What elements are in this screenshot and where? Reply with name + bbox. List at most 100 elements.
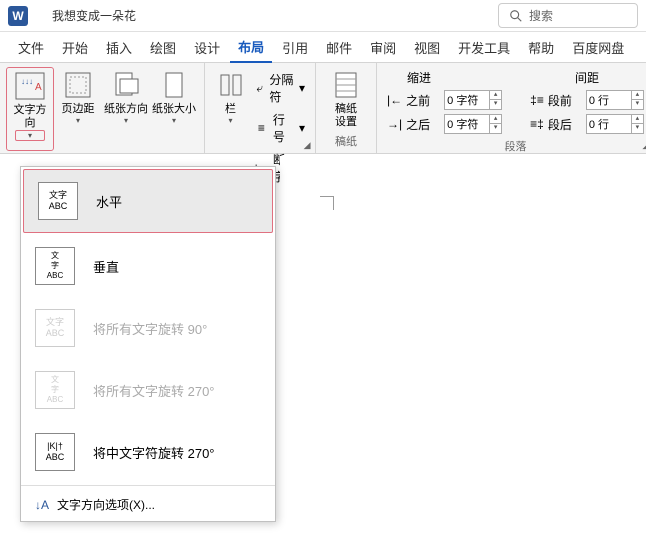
tab-insert[interactable]: 插入 bbox=[98, 33, 140, 62]
indent-before-input[interactable]: ▴▾ bbox=[444, 90, 502, 110]
tab-review[interactable]: 审阅 bbox=[362, 33, 404, 62]
tab-help[interactable]: 帮助 bbox=[520, 33, 562, 62]
spinner-down-icon[interactable]: ▾ bbox=[631, 124, 643, 133]
text-direction-item-label: 将所有文字旋转 270° bbox=[93, 381, 215, 400]
tab-mailings[interactable]: 邮件 bbox=[318, 33, 360, 62]
manuscript-group-label: 稿纸 bbox=[322, 131, 370, 151]
margins-icon bbox=[62, 69, 94, 101]
size-label: 纸张大小 bbox=[152, 103, 196, 116]
spinner-down-icon[interactable]: ▾ bbox=[489, 124, 501, 133]
orientation-label: 纸张方向 bbox=[104, 103, 148, 116]
breaks-icon: ⤶ bbox=[254, 80, 265, 96]
manuscript-label: 稿纸 设置 bbox=[335, 103, 357, 129]
text-direction-item-label: 将中文字符旋转 270° bbox=[93, 443, 215, 462]
ribbon-tabs: 文件 开始 插入 绘图 设计 布局 引用 邮件 审阅 视图 开发工具 帮助 百度… bbox=[0, 32, 646, 62]
document-title: 我想变成一朵花 bbox=[52, 7, 136, 24]
space-after-input[interactable]: ▴▾ bbox=[586, 114, 644, 134]
tab-baidu[interactable]: 百度网盘 bbox=[564, 33, 632, 62]
orientation-icon bbox=[110, 69, 142, 101]
text-direction-rotate-90: 文字 ABC 将所有文字旋转 90° bbox=[21, 297, 275, 359]
breaks-button[interactable]: ⤶ 分隔符 ▾ bbox=[250, 69, 309, 107]
options-icon: ↓A bbox=[35, 498, 49, 512]
breaks-label: 分隔符 bbox=[269, 71, 295, 105]
indent-left-icon: |← bbox=[387, 93, 402, 107]
tab-file[interactable]: 文件 bbox=[10, 33, 52, 62]
search-placeholder: 搜索 bbox=[529, 7, 553, 24]
page-setup-launcher[interactable]: ◢ bbox=[301, 139, 313, 151]
title-bar: W 我想变成一朵花 搜索 bbox=[0, 0, 646, 32]
spacing-heading: 间距 bbox=[530, 69, 644, 86]
space-before-input[interactable]: ▴▾ bbox=[586, 90, 644, 110]
space-before-label: 段前 bbox=[548, 92, 582, 109]
spinner-down-icon[interactable]: ▾ bbox=[631, 100, 643, 109]
orientation-button[interactable]: 纸张方向 ▾ bbox=[102, 67, 150, 151]
rotate-90-icon: 文字 ABC bbox=[35, 309, 75, 347]
space-after-value[interactable] bbox=[587, 118, 631, 130]
indent-section: 缩进 |← 之前 ▴▾ →| 之后 ▴▾ bbox=[383, 67, 506, 136]
ribbon: ↓↓↓A 文字方向 ▾ 页边距 ▾ 纸张方向 ▾ 纸张大小 ▾ 栏 ▾ bbox=[0, 62, 646, 154]
cjk-rotate-icon: |K|† ABC bbox=[35, 433, 75, 471]
chevron-down-icon: ▾ bbox=[172, 116, 176, 125]
text-direction-vertical[interactable]: 文 字 ABC 垂直 bbox=[21, 235, 275, 297]
spinner-up-icon[interactable]: ▴ bbox=[489, 115, 501, 124]
text-direction-horizontal[interactable]: 文字 ABC 水平 bbox=[23, 169, 273, 233]
chevron-down-icon: ▾ bbox=[299, 81, 305, 95]
tab-developer[interactable]: 开发工具 bbox=[450, 33, 518, 62]
tab-view[interactable]: 视图 bbox=[406, 33, 448, 62]
chevron-down-icon: ▾ bbox=[229, 116, 233, 125]
rotate-270-icon: 文 字 ABC bbox=[35, 371, 75, 409]
margins-button[interactable]: 页边距 ▾ bbox=[54, 67, 102, 151]
text-direction-cjk-rotate-270[interactable]: |K|† ABC 将中文字符旋转 270° bbox=[21, 421, 275, 483]
spinner-down-icon[interactable]: ▾ bbox=[489, 100, 501, 109]
space-before-value[interactable] bbox=[587, 94, 631, 106]
tab-draw[interactable]: 绘图 bbox=[142, 33, 184, 62]
indent-after-input[interactable]: ▴▾ bbox=[444, 114, 502, 134]
paragraph-launcher[interactable]: ◢ bbox=[640, 139, 646, 151]
text-direction-options[interactable]: ↓A 文字方向选项(X)... bbox=[21, 488, 275, 521]
search-box[interactable]: 搜索 bbox=[498, 3, 638, 28]
tab-layout[interactable]: 布局 bbox=[230, 32, 272, 63]
page-corner-mark bbox=[320, 196, 334, 210]
indent-after-value[interactable] bbox=[445, 118, 489, 130]
tab-home[interactable]: 开始 bbox=[54, 33, 96, 62]
svg-text:↓↓↓: ↓↓↓ bbox=[21, 77, 33, 86]
options-label: 文字方向选项(X)... bbox=[57, 496, 155, 513]
vertical-icon: 文 字 ABC bbox=[35, 247, 75, 285]
tab-design[interactable]: 设计 bbox=[186, 33, 228, 62]
separator bbox=[21, 485, 275, 486]
text-direction-rotate-270: 文 字 ABC 将所有文字旋转 270° bbox=[21, 359, 275, 421]
size-icon bbox=[158, 69, 190, 101]
document-area[interactable] bbox=[280, 156, 646, 534]
manuscript-icon bbox=[330, 69, 362, 101]
svg-text:A: A bbox=[35, 82, 42, 93]
columns-label: 栏 bbox=[225, 103, 236, 116]
indent-after-label: 之后 bbox=[406, 116, 440, 133]
space-after-label: 段后 bbox=[548, 116, 582, 133]
text-direction-item-label: 将所有文字旋转 90° bbox=[93, 319, 207, 338]
tab-references[interactable]: 引用 bbox=[274, 33, 316, 62]
size-button[interactable]: 纸张大小 ▾ bbox=[150, 67, 198, 151]
line-numbers-icon: ≡ bbox=[254, 120, 269, 136]
line-numbers-label: 行号 bbox=[273, 111, 295, 145]
chevron-down-icon: ▾ bbox=[124, 116, 128, 125]
columns-button[interactable]: 栏 ▾ bbox=[211, 67, 250, 151]
manuscript-button[interactable]: 稿纸 设置 bbox=[322, 67, 370, 131]
chevron-down-icon: ▾ bbox=[299, 121, 305, 135]
spinner-up-icon[interactable]: ▴ bbox=[631, 91, 643, 100]
horizontal-icon: 文字 ABC bbox=[38, 182, 78, 220]
indent-heading: 缩进 bbox=[387, 69, 502, 86]
spacing-section: 间距 ‡≡ 段前 ▴▾ ≡‡ 段后 ▴▾ bbox=[526, 67, 646, 136]
spinner-up-icon[interactable]: ▴ bbox=[489, 91, 501, 100]
chevron-down-icon: ▾ bbox=[15, 130, 45, 141]
indent-before-value[interactable] bbox=[445, 94, 489, 106]
text-direction-item-label: 水平 bbox=[96, 192, 122, 211]
search-icon bbox=[509, 9, 523, 23]
word-app-icon: W bbox=[8, 6, 28, 26]
spinner-up-icon[interactable]: ▴ bbox=[631, 115, 643, 124]
columns-icon bbox=[215, 69, 247, 101]
space-before-icon: ‡≡ bbox=[530, 93, 544, 107]
text-direction-button[interactable]: ↓↓↓A 文字方向 ▾ bbox=[6, 67, 54, 151]
text-direction-item-label: 垂直 bbox=[93, 257, 119, 276]
text-direction-label: 文字方向 bbox=[9, 104, 51, 130]
space-after-icon: ≡‡ bbox=[530, 117, 544, 131]
